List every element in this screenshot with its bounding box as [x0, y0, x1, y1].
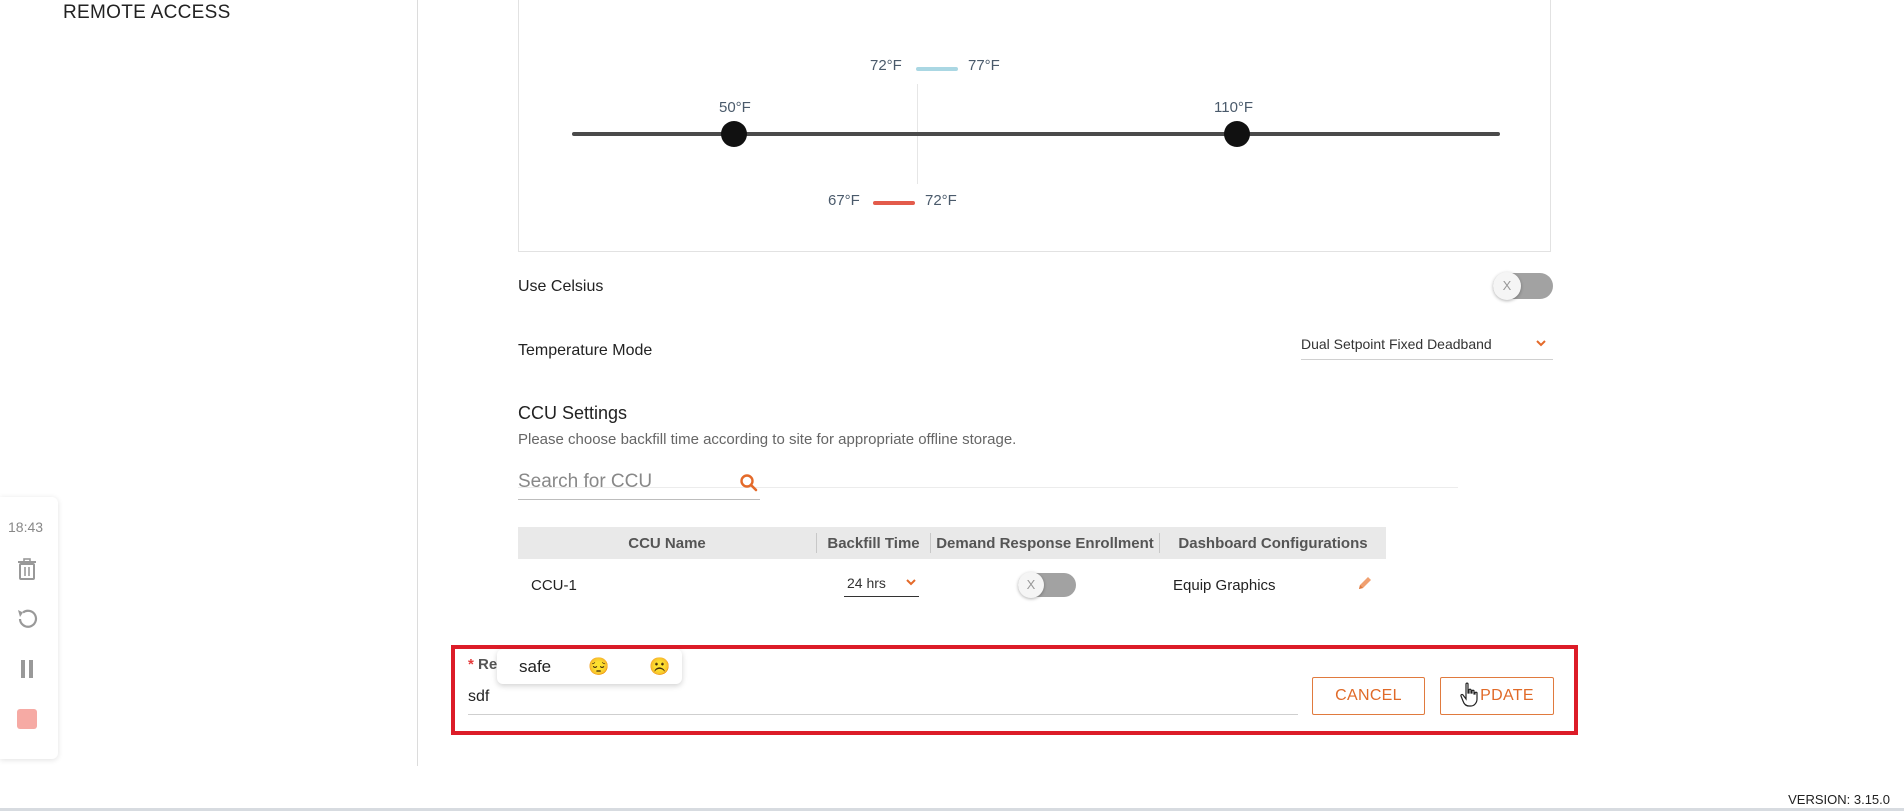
backfill-time-select[interactable]: 24 hrs: [844, 575, 919, 597]
required-mark: *: [468, 656, 474, 673]
trash-icon[interactable]: [15, 557, 39, 581]
chevron-down-icon: [905, 575, 917, 591]
ccu-settings-subtitle: Please choose backfill time according to…: [518, 431, 1017, 448]
suggestion-item[interactable]: safe: [519, 657, 551, 677]
ccu-search-input[interactable]: Search for CCU: [518, 468, 760, 500]
column-header-backfill-time: Backfill Time: [817, 533, 931, 553]
suggestion-emoji-pensive[interactable]: 😔: [588, 657, 609, 677]
pause-icon[interactable]: [15, 657, 39, 681]
table-row: CCU-1 24 hrs X Equip Graphics: [518, 559, 1386, 611]
search-icon[interactable]: [738, 472, 760, 494]
heating-range-bar: [873, 201, 915, 205]
heating-high-label: 72°F: [925, 192, 957, 209]
reason-label: * Re: [468, 656, 497, 673]
cooling-range-bar: [916, 67, 958, 71]
ccu-settings-title: CCU Settings: [518, 403, 628, 423]
recorder-toolbar: 18:43: [0, 497, 58, 759]
cooling-low-label: 72°F: [870, 57, 902, 74]
page: REMOTE ACCESS 72°F 77°F 50°F 110°F 67°F …: [0, 0, 1904, 811]
toggle-knob: X: [1018, 572, 1044, 598]
column-header-dashboard-configurations: Dashboard Configurations: [1178, 534, 1368, 552]
sidebar-divider: [417, 0, 418, 766]
temperature-mode-label: Temperature Mode: [518, 342, 653, 359]
max-range-thumb[interactable]: [1224, 121, 1250, 147]
backfill-time-value: 24 hrs: [847, 575, 886, 591]
heating-low-label: 67°F: [828, 192, 860, 209]
use-celsius-label: Use Celsius: [518, 278, 604, 295]
reason-input[interactable]: sdf: [468, 683, 1298, 715]
toggle-knob: X: [1493, 272, 1521, 300]
min-range-thumb[interactable]: [721, 121, 747, 147]
recording-time: 18:43: [8, 519, 44, 535]
ccu-name-cell: CCU-1: [531, 577, 577, 594]
reason-input-value: sdf: [468, 688, 490, 705]
chevron-down-icon: [1535, 336, 1547, 352]
table-header: CCU Name Backfill Time Demand Response E…: [518, 527, 1386, 559]
cooling-high-label: 77°F: [968, 57, 1000, 74]
ccu-search-placeholder: Search for CCU: [518, 471, 653, 492]
min-thumb-label: 50°F: [719, 99, 751, 116]
update-button[interactable]: PDATE: [1440, 677, 1554, 715]
version-label: VERSION: 3.15.0: [1788, 792, 1890, 807]
column-header-ccu-name: CCU Name: [518, 533, 817, 553]
temperature-mode-select[interactable]: Dual Setpoint Fixed Deadband: [1301, 336, 1553, 360]
suggestion-popup: safe 😔 ☹️: [497, 649, 682, 684]
pencil-icon[interactable]: [1356, 574, 1374, 596]
demand-response-toggle[interactable]: X: [1018, 572, 1076, 598]
dashboard-configuration-cell: Equip Graphics: [1173, 577, 1276, 594]
temperature-range-panel: 72°F 77°F 50°F 110°F 67°F 72°F: [518, 0, 1551, 252]
restart-icon[interactable]: [15, 607, 39, 631]
hand-cursor-icon: [1459, 682, 1481, 708]
sidebar-title[interactable]: REMOTE ACCESS: [63, 2, 231, 24]
ccu-table: CCU Name Backfill Time Demand Response E…: [518, 527, 1386, 611]
column-header-demand-response: Demand Response Enrollment: [931, 533, 1160, 553]
cancel-button[interactable]: CANCEL: [1312, 677, 1425, 715]
suggestion-emoji-frowning[interactable]: ☹️: [649, 657, 670, 677]
range-track[interactable]: [572, 132, 1500, 136]
stop-icon[interactable]: [15, 707, 39, 731]
reason-label-text: Re: [478, 656, 498, 673]
use-celsius-toggle[interactable]: X: [1493, 272, 1553, 300]
max-thumb-label: 110°F: [1214, 99, 1254, 116]
temperature-mode-value: Dual Setpoint Fixed Deadband: [1301, 336, 1492, 352]
